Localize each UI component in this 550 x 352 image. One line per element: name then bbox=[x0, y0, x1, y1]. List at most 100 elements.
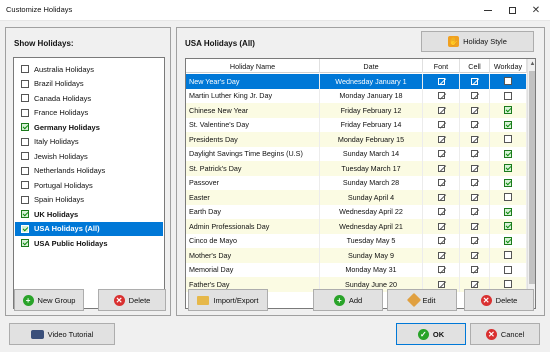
minimize-button[interactable] bbox=[476, 0, 500, 21]
cell-edit-icon[interactable] bbox=[471, 251, 478, 259]
holiday-group-item[interactable]: Spain Holidays bbox=[15, 193, 163, 207]
font-cell[interactable] bbox=[423, 161, 460, 176]
group-checkbox[interactable] bbox=[21, 195, 29, 204]
group-checkbox[interactable] bbox=[21, 79, 29, 88]
cell-style-cell[interactable] bbox=[460, 88, 490, 103]
workday-checkbox[interactable] bbox=[504, 77, 512, 86]
cell-edit-icon[interactable] bbox=[471, 106, 478, 114]
workday-checkbox[interactable] bbox=[504, 207, 512, 216]
font-cell[interactable] bbox=[423, 175, 460, 190]
workday-cell[interactable] bbox=[490, 88, 527, 103]
cell-style-cell[interactable] bbox=[460, 117, 490, 132]
cell-style-cell[interactable] bbox=[460, 103, 490, 118]
cell-edit-icon[interactable] bbox=[471, 121, 478, 129]
holiday-row[interactable]: St. Valentine's Day Friday February 14 bbox=[186, 117, 527, 132]
cell-style-cell[interactable] bbox=[460, 262, 490, 277]
delete-holiday-button[interactable]: ✕ Delete bbox=[464, 289, 534, 311]
group-checkbox[interactable] bbox=[21, 152, 29, 160]
import-export-button[interactable]: Import/Export bbox=[188, 289, 268, 311]
cell-style-cell[interactable] bbox=[460, 248, 490, 263]
workday-checkbox[interactable] bbox=[504, 91, 512, 100]
scroll-up-icon[interactable]: ▲ bbox=[529, 61, 535, 68]
font-edit-icon[interactable] bbox=[437, 106, 445, 114]
cell-edit-icon[interactable] bbox=[471, 193, 478, 201]
holiday-group-list[interactable]: Australia Holidays Brazil Holidays Canada … bbox=[13, 57, 165, 309]
font-edit-icon[interactable] bbox=[437, 208, 445, 216]
cell-edit-icon[interactable] bbox=[471, 135, 478, 143]
cell-edit-icon[interactable] bbox=[471, 222, 478, 230]
font-edit-icon[interactable] bbox=[437, 121, 445, 129]
cell-style-cell[interactable] bbox=[460, 233, 490, 248]
cancel-button[interactable]: ✕ Cancel bbox=[470, 323, 540, 345]
holiday-row[interactable]: St. Patrick's Day Tuesday March 17 bbox=[186, 161, 527, 176]
cell-edit-icon[interactable] bbox=[471, 266, 478, 274]
holiday-group-item[interactable]: USA Holidays (All) bbox=[15, 221, 163, 236]
workday-checkbox[interactable] bbox=[504, 149, 512, 158]
group-checkbox[interactable] bbox=[21, 123, 29, 131]
group-checkbox[interactable] bbox=[21, 65, 29, 73]
cell-edit-icon[interactable] bbox=[471, 164, 478, 172]
group-checkbox[interactable] bbox=[21, 166, 29, 175]
holiday-row[interactable]: Cinco de Mayo Tuesday May 5 bbox=[186, 233, 527, 248]
workday-cell[interactable] bbox=[490, 190, 527, 205]
group-checkbox[interactable] bbox=[21, 94, 29, 102]
cell-style-cell[interactable] bbox=[460, 74, 490, 89]
font-cell[interactable] bbox=[423, 204, 460, 219]
font-edit-icon[interactable] bbox=[437, 164, 445, 172]
holiday-group-item[interactable]: Canada Holidays bbox=[15, 91, 163, 105]
workday-checkbox[interactable] bbox=[504, 236, 512, 245]
column-header-date[interactable]: Date bbox=[320, 59, 423, 73]
holiday-group-item[interactable]: USA Public Holidays bbox=[15, 236, 163, 250]
font-edit-icon[interactable] bbox=[437, 237, 445, 245]
group-checkbox[interactable] bbox=[21, 181, 29, 189]
column-header-workday[interactable]: Workday bbox=[490, 59, 527, 73]
holiday-row[interactable]: Martin Luther King Jr. Day Monday January… bbox=[186, 88, 527, 103]
font-cell[interactable] bbox=[423, 74, 460, 89]
holiday-row[interactable]: Earth Day Wednesday April 22 bbox=[186, 204, 527, 219]
font-cell[interactable] bbox=[423, 262, 460, 277]
workday-cell[interactable] bbox=[490, 233, 527, 248]
workday-cell[interactable] bbox=[490, 161, 527, 176]
font-cell[interactable] bbox=[423, 233, 460, 248]
column-header-cell[interactable]: Cell bbox=[460, 59, 490, 73]
holiday-row[interactable]: Chinese New Year Friday February 12 bbox=[186, 103, 527, 118]
holiday-row[interactable]: New Year's Day Wednesday January 1 bbox=[186, 74, 527, 89]
cell-style-cell[interactable] bbox=[460, 146, 490, 161]
edit-holiday-button[interactable]: Edit bbox=[387, 289, 457, 311]
font-edit-icon[interactable] bbox=[437, 150, 445, 158]
font-cell[interactable] bbox=[423, 219, 460, 234]
column-header-font[interactable]: Font bbox=[423, 59, 460, 73]
workday-checkbox[interactable] bbox=[504, 106, 512, 115]
holiday-group-item[interactable]: Netherlands Holidays bbox=[15, 164, 163, 178]
cell-edit-icon[interactable] bbox=[471, 280, 478, 288]
group-checkbox[interactable] bbox=[21, 210, 29, 218]
holiday-row[interactable]: Memorial Day Monday May 31 bbox=[186, 262, 527, 277]
workday-checkbox[interactable] bbox=[504, 280, 512, 289]
column-header-name[interactable]: Holiday Name bbox=[186, 59, 320, 73]
workday-cell[interactable] bbox=[490, 74, 527, 89]
font-edit-icon[interactable] bbox=[437, 135, 445, 143]
font-edit-icon[interactable] bbox=[437, 92, 445, 100]
font-cell[interactable] bbox=[423, 132, 460, 147]
font-edit-icon[interactable] bbox=[437, 193, 445, 201]
cell-edit-icon[interactable] bbox=[471, 237, 478, 245]
workday-checkbox[interactable] bbox=[504, 164, 512, 173]
group-checkbox[interactable] bbox=[21, 108, 29, 117]
holiday-group-item[interactable]: Australia Holidays bbox=[15, 62, 163, 76]
workday-checkbox[interactable] bbox=[504, 222, 512, 231]
font-cell[interactable] bbox=[423, 88, 460, 103]
new-group-button[interactable]: + New Group bbox=[14, 289, 84, 311]
group-checkbox[interactable] bbox=[21, 224, 29, 233]
group-checkbox[interactable] bbox=[21, 137, 29, 146]
workday-cell[interactable] bbox=[490, 117, 527, 132]
holiday-group-item[interactable]: Germany Holidays bbox=[15, 120, 163, 134]
holiday-group-item[interactable]: Brazil Holidays bbox=[15, 77, 163, 91]
cell-style-cell[interactable] bbox=[460, 161, 490, 176]
holiday-group-item[interactable]: France Holidays bbox=[15, 106, 163, 120]
font-edit-icon[interactable] bbox=[437, 251, 445, 259]
workday-checkbox[interactable] bbox=[504, 135, 512, 144]
workday-cell[interactable] bbox=[490, 248, 527, 263]
font-cell[interactable] bbox=[423, 190, 460, 205]
cell-style-cell[interactable] bbox=[460, 204, 490, 219]
group-checkbox[interactable] bbox=[21, 239, 29, 247]
